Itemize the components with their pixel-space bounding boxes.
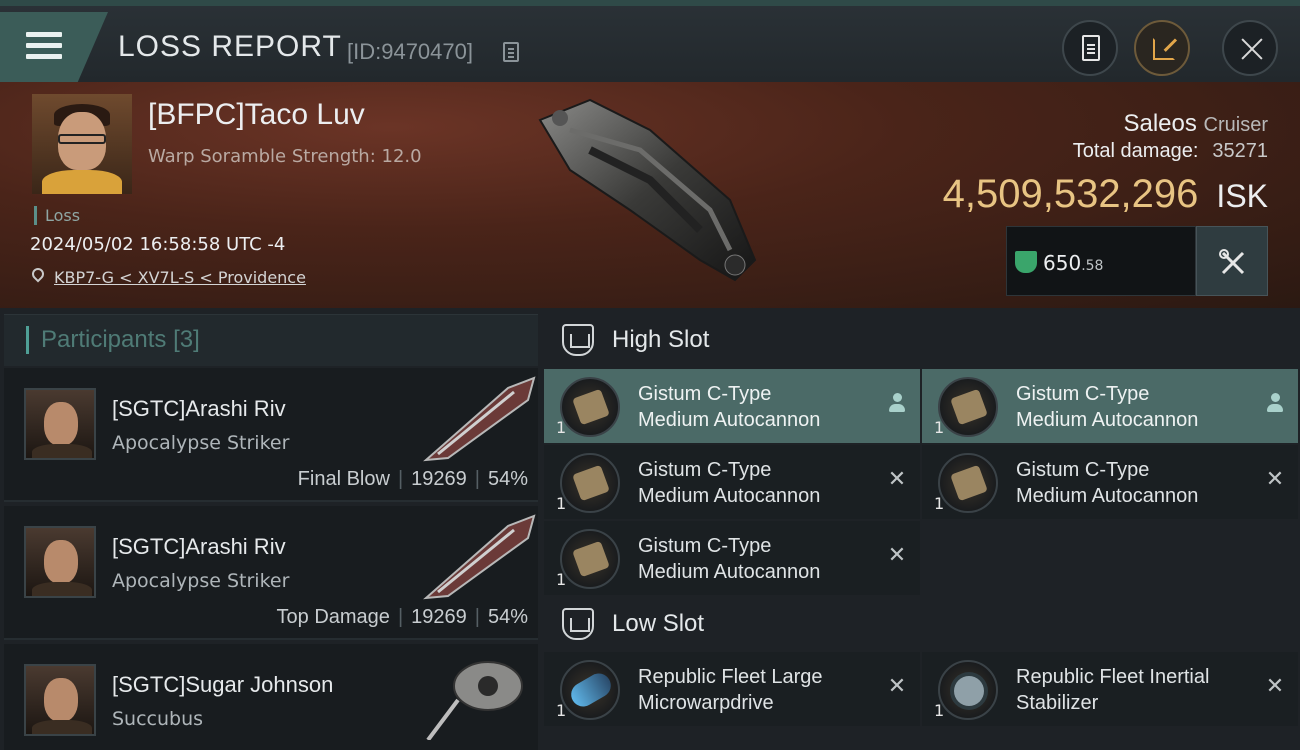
participants-title: Participants [3] — [26, 326, 200, 354]
participant-ship-image — [423, 514, 536, 600]
share-button[interactable] — [1134, 20, 1190, 76]
module-name: Republic Fleet Large Microwarpdrive — [638, 666, 823, 714]
ship-name[interactable]: Saleos Cruiser — [1123, 110, 1268, 138]
ship-stat-box: 650.58 — [1006, 226, 1196, 296]
module-slot[interactable]: 1 Gistum C-Type Medium Autocannon ✕ — [922, 445, 1298, 519]
participants-header[interactable]: Participants [3] — [4, 314, 538, 366]
autocannon-icon — [938, 453, 998, 513]
victim-name[interactable]: [BFPC]Taco Luv — [148, 98, 365, 132]
participant-avatar — [24, 664, 96, 736]
location-link[interactable]: KBP7-G < XV7L-S < Providence — [54, 268, 306, 287]
low-slot-header: Low Slot — [544, 598, 1300, 650]
participant-ship: Apocalypse Striker — [112, 432, 290, 454]
participant-row[interactable]: [SGTC]Arashi Riv Apocalypse Striker Fina… — [4, 368, 538, 502]
module-name: Gistum C-Type Medium Autocannon — [638, 459, 821, 507]
participant-stats: Final Blow | 19269 | 54% — [297, 468, 528, 490]
high-slot-header: High Slot — [544, 314, 1300, 366]
fitting-panel: High Slot 1 Gistum C-Type Medium Autocann… — [544, 314, 1300, 750]
module-quantity: 1 — [934, 494, 945, 513]
location-pin-icon — [29, 265, 47, 283]
destroyed-icon: ✕ — [1265, 467, 1285, 492]
module-quantity: 1 — [556, 494, 567, 513]
share-icon — [1153, 38, 1175, 60]
warp-scramble-strength: Warp Soramble Strength: 12.0 — [148, 146, 422, 167]
participant-avatar — [24, 526, 96, 598]
autocannon-icon — [560, 453, 620, 513]
participant-stats: Top Damage | 19269 | 54% — [276, 606, 528, 628]
copy-id-icon[interactable] — [503, 42, 519, 62]
hamburger-icon — [26, 32, 62, 60]
participant-avatar — [24, 388, 96, 460]
participant-row[interactable]: [SGTC]Arashi Riv Apocalypse Striker Top … — [4, 506, 538, 640]
loss-report-window: LOSS REPORT [ID:9470470] [BFPC]Taco Luv … — [0, 0, 1300, 750]
loss-tag: Loss — [34, 206, 80, 225]
module-slot[interactable]: 1 Gistum C-Type Medium Autocannon ✕ — [544, 521, 920, 595]
module-quantity: 1 — [556, 701, 567, 720]
participant-name: [SGTC]Sugar Johnson — [112, 672, 334, 697]
module-slot[interactable]: 1 Republic Fleet Large Microwarpdrive ✕ — [544, 652, 920, 726]
module-name: Gistum C-Type Medium Autocannon — [638, 383, 821, 431]
microwarpdrive-icon — [560, 660, 620, 720]
destroyed-icon: ✕ — [887, 467, 907, 492]
low-slot-icon — [562, 608, 594, 640]
autocannon-icon — [560, 529, 620, 589]
module-name: Gistum C-Type Medium Autocannon — [1016, 383, 1199, 431]
clipboard-icon — [1082, 35, 1100, 61]
module-quantity: 1 — [556, 418, 567, 437]
menu-button[interactable] — [0, 12, 108, 82]
participant-row[interactable]: [SGTC]Sugar Johnson Succubus — [4, 644, 538, 750]
pilot-icon — [888, 393, 906, 415]
report-id: [ID:9470470] — [347, 39, 473, 64]
fitting-tools-button[interactable] — [1196, 226, 1268, 296]
high-slot-title: High Slot — [612, 326, 710, 353]
victim-portrait[interactable] — [32, 94, 132, 194]
participant-ship: Succubus — [112, 708, 204, 730]
isk-value: 4,509,532,296 ISK — [942, 172, 1268, 216]
module-slot[interactable]: 1 Republic Fleet Inertial Stabilizer ✕ — [922, 652, 1298, 726]
destroyed-icon: ✕ — [887, 543, 907, 568]
shield-icon — [1015, 251, 1037, 273]
module-quantity: 1 — [934, 418, 945, 437]
header-bar: LOSS REPORT [ID:9470470] — [0, 0, 1300, 82]
total-damage: Total damage: 35271 — [1072, 140, 1268, 162]
participant-name: [SGTC]Arashi Riv — [112, 534, 286, 559]
module-name: Gistum C-Type Medium Autocannon — [1016, 459, 1199, 507]
close-icon — [1241, 38, 1263, 60]
clipboard-button[interactable] — [1062, 20, 1118, 76]
inertial-stabilizer-icon — [938, 660, 998, 720]
participant-name: [SGTC]Arashi Riv — [112, 396, 286, 421]
autocannon-icon — [560, 377, 620, 437]
pilot-icon — [1266, 393, 1284, 415]
participant-ship-image — [426, 661, 523, 740]
destroyed-icon: ✕ — [1265, 674, 1285, 699]
close-button[interactable] — [1222, 20, 1278, 76]
module-slot[interactable]: 1 Gistum C-Type Medium Autocannon — [544, 369, 920, 443]
module-quantity: 1 — [934, 701, 945, 720]
participant-ship: Apocalypse Striker — [112, 570, 290, 592]
ship-image[interactable] — [530, 90, 770, 290]
loss-datetime: 2024/05/02 16:58:58 UTC -4 — [30, 234, 286, 255]
module-name: Republic Fleet Inertial Stabilizer — [1016, 666, 1210, 714]
high-slot-icon — [562, 324, 594, 356]
victim-banner: [BFPC]Taco Luv Warp Soramble Strength: 1… — [0, 82, 1300, 308]
autocannon-icon — [938, 377, 998, 437]
participant-ship-image — [423, 376, 536, 462]
destroyed-icon: ✕ — [887, 674, 907, 699]
wrench-screwdriver-icon — [1219, 249, 1245, 275]
participants-panel: Participants [3] [SGTC]Arashi Riv Apocal… — [4, 314, 538, 750]
module-slot[interactable]: 1 Gistum C-Type Medium Autocannon — [922, 369, 1298, 443]
module-quantity: 1 — [556, 570, 567, 589]
module-slot[interactable]: 1 Gistum C-Type Medium Autocannon ✕ — [544, 445, 920, 519]
ship-stat-value: 650.58 — [1043, 251, 1104, 275]
page-title: LOSS REPORT — [118, 30, 342, 63]
low-slot-title: Low Slot — [612, 610, 705, 637]
module-name: Gistum C-Type Medium Autocannon — [638, 535, 821, 583]
